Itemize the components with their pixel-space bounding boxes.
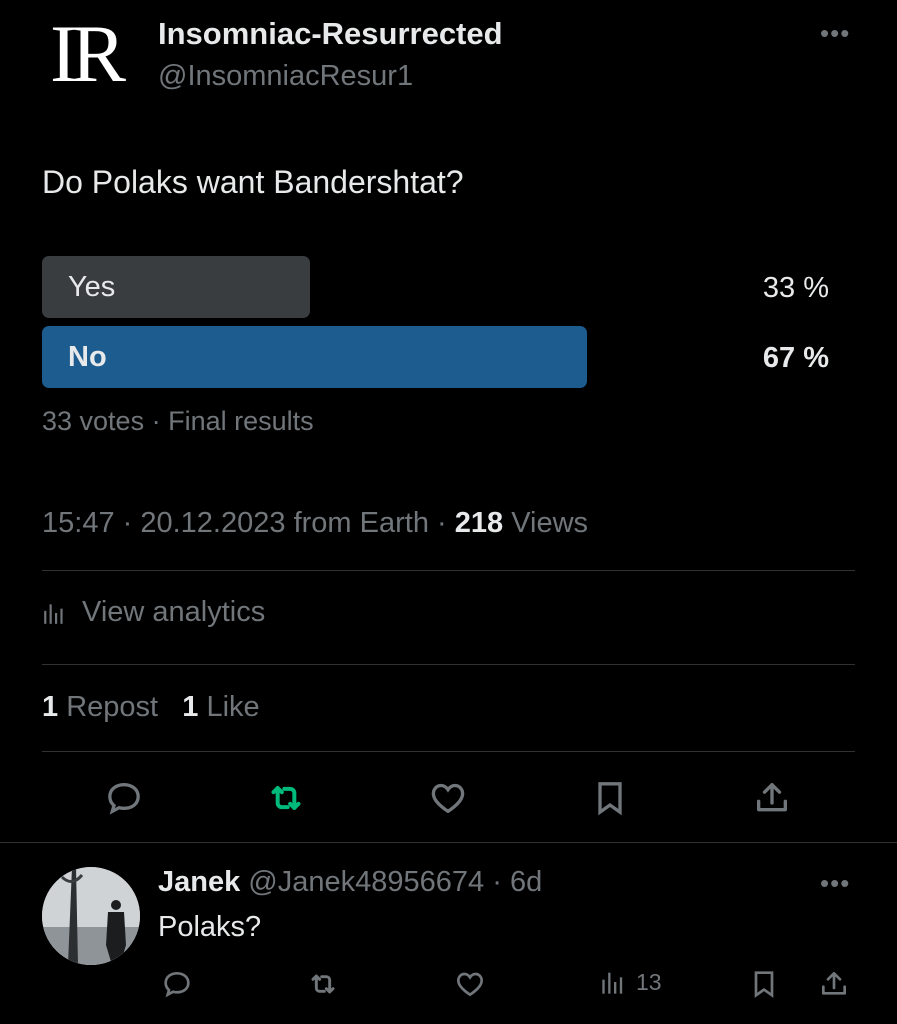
avatar[interactable] [42, 867, 140, 965]
share-icon [822, 972, 846, 995]
repost-icon [311, 974, 335, 994]
share-button[interactable] [747, 773, 797, 823]
author-display-name[interactable]: Insomniac-Resurrected [158, 16, 503, 52]
divider [0, 842, 897, 843]
poll-votes: 33 votes [42, 406, 145, 436]
tweet-time[interactable]: 15:47 [42, 507, 115, 539]
likes-stat[interactable]: 1 Like [182, 691, 259, 723]
engagement-stats: 1 Repost 1 Like [42, 691, 260, 724]
reply-repost-button[interactable] [303, 964, 343, 1004]
poll-meta: 33 votes · Final results [42, 406, 314, 436]
heart-icon [456, 972, 484, 997]
reply-like-button[interactable] [450, 964, 490, 1004]
reply-text: Polaks? [158, 911, 262, 943]
heart-icon [431, 783, 465, 814]
poll-option-label: Yes [68, 271, 116, 303]
poll-option-percent: 67 % [762, 342, 829, 374]
reply-icon [108, 782, 140, 815]
bookmark-icon [598, 782, 622, 816]
divider [42, 570, 855, 571]
tweet-date[interactable]: 20.12.2023 [140, 507, 285, 539]
tweet-source: from Earth [293, 507, 429, 539]
tweet-timestamp: 15:47 · 20.12.2023 from Earth · 218 View… [42, 507, 589, 539]
view-analytics-label: View analytics [82, 596, 266, 628]
reposts-stat[interactable]: 1 Repost [42, 691, 158, 723]
reply-author-name[interactable]: Janek [158, 866, 240, 898]
share-icon [757, 783, 787, 812]
reply-share-button[interactable] [814, 964, 854, 1004]
poll-option-percent: 33 % [762, 272, 829, 304]
divider [42, 664, 855, 665]
views-count: 218 [454, 507, 504, 539]
reply-button[interactable] [99, 773, 149, 823]
reply-views-count: 13 [636, 968, 662, 995]
reply-reply-button[interactable] [157, 964, 197, 1004]
reply-views-button[interactable]: 13 [600, 968, 662, 996]
bookmark-button[interactable] [585, 773, 635, 823]
views-label: Views [511, 507, 589, 539]
author-handle[interactable]: @InsomniacResur1 [158, 60, 413, 93]
reply-icon [164, 971, 190, 998]
tweet-text: Do Polaks want Bandershtat? [42, 164, 464, 200]
repost-icon [271, 786, 301, 810]
more-horizontal-icon[interactable]: ••• [820, 868, 850, 899]
view-analytics-link[interactable]: View analytics [42, 596, 265, 629]
divider [42, 751, 855, 752]
reply-author-handle[interactable]: @Janek48956674 [248, 866, 484, 898]
poll-status: Final results [168, 406, 314, 436]
poll-option-yes-bar: Yes [42, 256, 310, 318]
repost-button[interactable] [261, 773, 311, 823]
like-button[interactable] [423, 773, 473, 823]
poll-option-no-bar: No [42, 326, 587, 388]
reply-bookmark-button[interactable] [744, 964, 784, 1004]
reply-header: Janek @Janek48956674 · 6d [158, 866, 543, 898]
author-logo[interactable]: IR [50, 13, 126, 95]
analytics-icon [44, 603, 63, 624]
analytics-icon [602, 972, 623, 994]
reply-age[interactable]: 6d [510, 866, 542, 898]
bookmark-icon [754, 971, 774, 998]
more-horizontal-icon[interactable]: ••• [820, 18, 850, 49]
poll-option-label: No [68, 341, 107, 373]
